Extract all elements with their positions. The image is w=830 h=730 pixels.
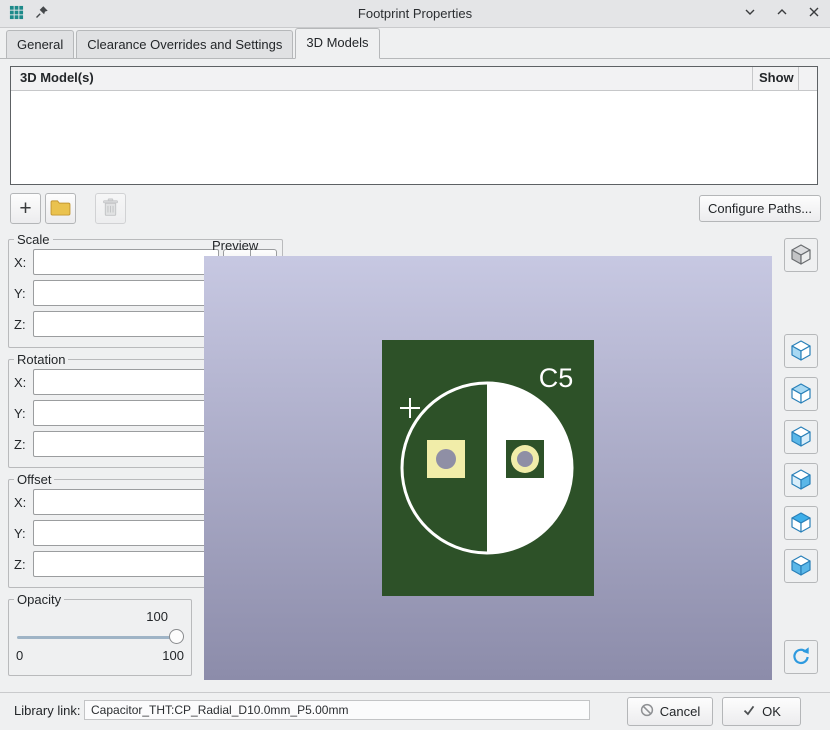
refresh-icon bbox=[789, 644, 813, 671]
scale-x-label: X: bbox=[14, 255, 33, 270]
chevron-down-icon bbox=[744, 6, 756, 21]
rotation-y-input[interactable] bbox=[33, 400, 219, 426]
library-link-field[interactable] bbox=[84, 700, 590, 720]
maximize-button[interactable] bbox=[774, 6, 790, 22]
rotation-group-title: Rotation bbox=[14, 352, 68, 367]
offset-z-label: Z: bbox=[14, 557, 33, 572]
cube-top-icon bbox=[789, 510, 813, 537]
opacity-slider-handle[interactable] bbox=[169, 629, 184, 644]
close-button[interactable] bbox=[806, 6, 822, 22]
scale-group-title: Scale bbox=[14, 232, 53, 247]
window-title: Footprint Properties bbox=[0, 6, 830, 21]
column-header-gutter bbox=[799, 67, 817, 90]
check-icon bbox=[742, 703, 756, 720]
shade-button[interactable] bbox=[742, 6, 758, 22]
column-header-models: 3D Model(s) bbox=[11, 67, 753, 90]
preview-label: Preview bbox=[212, 238, 258, 253]
view-back-button[interactable] bbox=[784, 377, 818, 411]
column-header-show: Show bbox=[753, 67, 799, 90]
delete-model-button[interactable] bbox=[95, 193, 126, 224]
view-left-button[interactable] bbox=[784, 420, 818, 454]
opacity-max-label: 100 bbox=[162, 648, 184, 663]
view-isometric-button[interactable] bbox=[784, 238, 818, 272]
rotation-x-label: X: bbox=[14, 375, 33, 390]
offset-z-input[interactable] bbox=[33, 551, 219, 577]
opacity-group: Opacity 100 0 100 bbox=[8, 592, 192, 676]
close-icon bbox=[808, 6, 820, 21]
footer-bar: Library link: Cancel OK bbox=[0, 692, 830, 730]
plus-icon: + bbox=[19, 198, 31, 219]
cube-back-icon bbox=[789, 381, 813, 408]
tab-general[interactable]: General bbox=[6, 30, 74, 58]
opacity-group-title: Opacity bbox=[14, 592, 64, 607]
configure-paths-button[interactable]: Configure Paths... bbox=[699, 195, 821, 222]
view-bottom-button[interactable] bbox=[784, 549, 818, 583]
reference-designator: C5 bbox=[539, 363, 574, 393]
opacity-slider[interactable] bbox=[16, 628, 184, 646]
titlebar[interactable]: Footprint Properties bbox=[0, 0, 830, 28]
pad-2 bbox=[506, 440, 544, 478]
opacity-min-label: 0 bbox=[16, 648, 23, 663]
cube-bottom-icon bbox=[789, 553, 813, 580]
cancel-button[interactable]: Cancel bbox=[627, 697, 713, 726]
library-link-label: Library link: bbox=[14, 703, 80, 718]
models-list-body[interactable] bbox=[11, 91, 817, 185]
cube-isometric-icon bbox=[789, 242, 813, 269]
opacity-range-labels: 0 100 bbox=[14, 648, 186, 663]
rotation-z-input[interactable] bbox=[33, 431, 219, 457]
cube-left-icon bbox=[789, 424, 813, 451]
cancel-icon bbox=[640, 703, 654, 720]
offset-y-label: Y: bbox=[14, 526, 33, 541]
offset-group-title: Offset bbox=[14, 472, 54, 487]
app-grid-icon bbox=[9, 5, 24, 23]
scale-y-label: Y: bbox=[14, 286, 33, 301]
trash-icon bbox=[102, 198, 119, 220]
folder-icon bbox=[50, 199, 71, 219]
chevron-up-icon bbox=[776, 6, 788, 21]
cube-front-icon bbox=[789, 338, 813, 365]
cube-right-icon bbox=[789, 467, 813, 494]
footprint-properties-dialog: Footprint Properties General Clearance O… bbox=[0, 0, 830, 730]
offset-x-input[interactable] bbox=[33, 489, 219, 515]
scale-z-label: Z: bbox=[14, 317, 33, 332]
app-menu-button[interactable] bbox=[8, 6, 24, 22]
tab-3d-models[interactable]: 3D Models bbox=[295, 28, 379, 59]
view-front-button[interactable] bbox=[784, 334, 818, 368]
models-list-header: 3D Model(s) Show bbox=[11, 67, 817, 91]
add-model-button[interactable]: + bbox=[10, 193, 41, 224]
rotation-y-label: Y: bbox=[14, 406, 33, 421]
opacity-slider-track[interactable] bbox=[17, 636, 183, 639]
view-right-button[interactable] bbox=[784, 463, 818, 497]
scale-z-input[interactable] bbox=[33, 311, 219, 337]
rotation-z-label: Z: bbox=[14, 437, 33, 452]
scale-x-input[interactable] bbox=[33, 249, 219, 275]
pin-icon bbox=[35, 5, 49, 22]
tab-clearance-overrides[interactable]: Clearance Overrides and Settings bbox=[76, 30, 293, 58]
browse-folder-button[interactable] bbox=[45, 193, 76, 224]
reload-model-button[interactable] bbox=[784, 640, 818, 674]
tab-bar: General Clearance Overrides and Settings… bbox=[0, 28, 830, 59]
pad-1 bbox=[427, 440, 465, 478]
scale-y-input[interactable] bbox=[33, 280, 219, 306]
offset-x-label: X: bbox=[14, 495, 33, 510]
offset-y-input[interactable] bbox=[33, 520, 219, 546]
ok-button[interactable]: OK bbox=[722, 697, 801, 726]
view-top-button[interactable] bbox=[784, 506, 818, 540]
rotation-x-input[interactable] bbox=[33, 369, 219, 395]
opacity-value: 100 bbox=[14, 609, 186, 625]
models-list[interactable]: 3D Model(s) Show bbox=[10, 66, 818, 185]
preview-3d-viewport[interactable]: C5 bbox=[204, 256, 772, 680]
pin-window-button[interactable] bbox=[34, 6, 50, 22]
